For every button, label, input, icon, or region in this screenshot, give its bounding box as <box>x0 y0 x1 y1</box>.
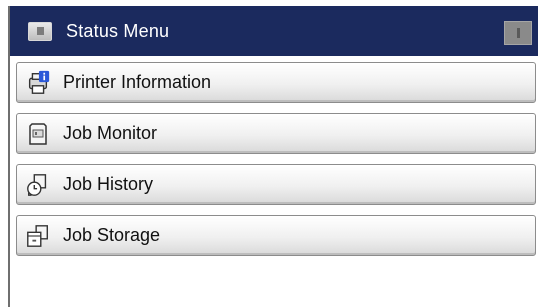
indicator-icon <box>504 21 532 45</box>
page-title: Status Menu <box>66 20 170 41</box>
screen-frame: Status Menu Printer Information Job Moni… <box>8 6 538 307</box>
title-bar: Status Menu <box>10 6 538 56</box>
job-history-icon <box>25 172 51 198</box>
job-storage-label: Job Storage <box>63 225 161 245</box>
job-history-button[interactable]: Job History <box>16 164 536 205</box>
job-history-label: Job History <box>63 174 154 194</box>
job-monitor-label: Job Monitor <box>63 123 158 143</box>
printer-information-label: Printer Information <box>63 72 212 92</box>
printer-information-button[interactable]: Printer Information <box>16 62 536 103</box>
job-storage-button[interactable]: Job Storage <box>16 215 536 256</box>
menu-icon <box>28 21 52 41</box>
status-menu-list: Printer Information Job Monitor Job Hist… <box>16 62 536 266</box>
job-monitor-button[interactable]: Job Monitor <box>16 113 536 154</box>
job-storage-icon <box>25 223 51 249</box>
printer-info-icon <box>25 70 51 96</box>
job-monitor-icon <box>25 121 51 147</box>
